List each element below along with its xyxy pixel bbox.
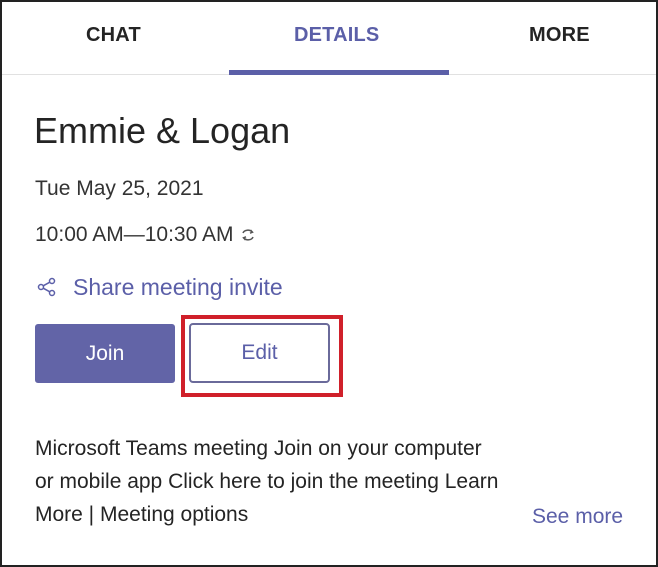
tab-bar: CHAT DETAILS MORE [2,2,656,75]
description-line: or mobile app Click here to join the mee… [35,470,499,493]
meeting-title: Emmie & Logan [34,110,291,151]
share-meeting-invite-label: Share meeting invite [73,273,283,300]
join-button[interactable]: Join [35,324,175,383]
edit-button[interactable]: Edit [189,323,330,383]
see-more-link[interactable]: See more [532,505,623,529]
app-frame: CHAT DETAILS MORE Emmie & Logan Tue May … [0,0,658,567]
repeat-icon [239,226,257,244]
share-meeting-invite-link[interactable]: Share meeting invite [37,272,283,302]
meeting-time: 10:00 AM—10:30 AM [35,223,234,246]
meeting-date: Tue May 25, 2021 [35,177,204,200]
tab-chat[interactable]: CHAT [86,24,141,47]
tab-more[interactable]: MORE [529,24,590,47]
share-icon [37,277,57,297]
meeting-time-row: 10:00 AM—10:30 AM [35,221,257,249]
active-tab-indicator [229,70,449,75]
tab-details[interactable]: DETAILS [294,24,379,47]
description-line: Microsoft Teams meeting Join on your com… [35,437,482,460]
